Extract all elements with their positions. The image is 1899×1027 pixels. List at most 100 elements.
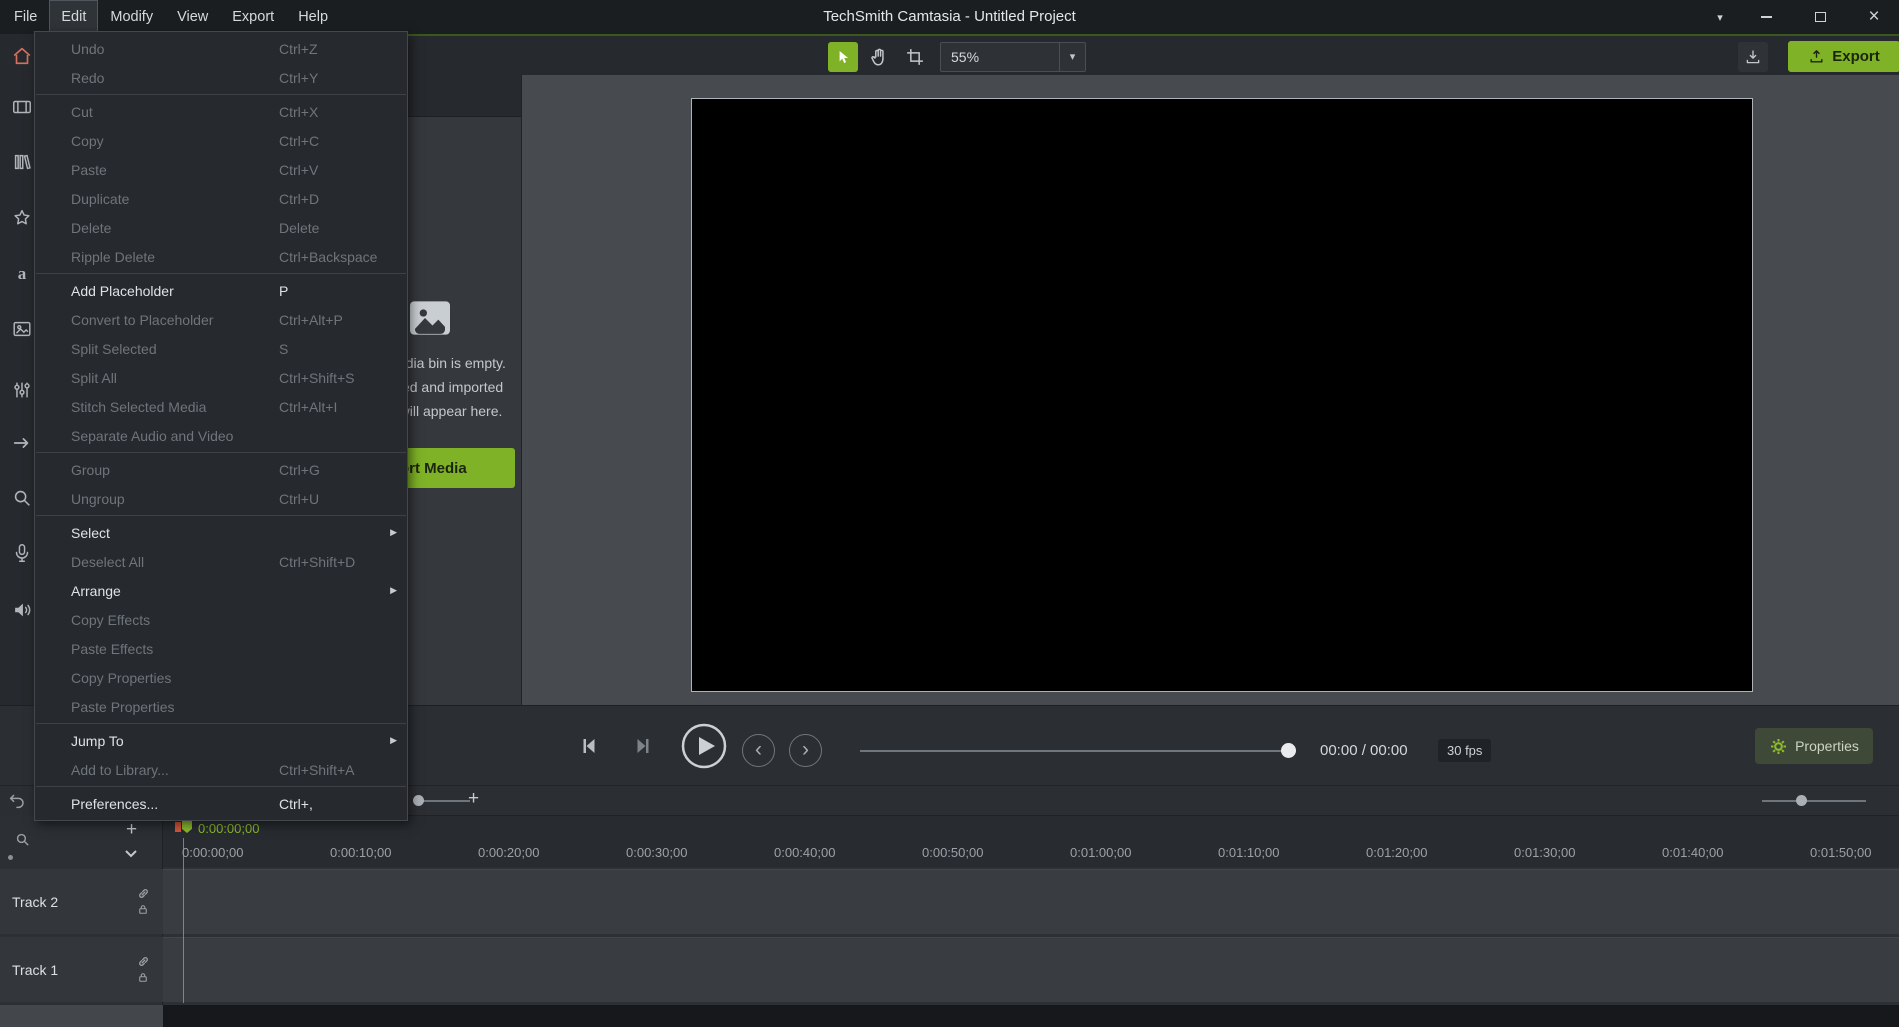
menu-item-ungroup[interactable]: UngroupCtrl+U xyxy=(35,484,407,513)
timeline-zoom-handle[interactable] xyxy=(413,795,424,806)
menu-item-shortcut: Ctrl+X xyxy=(279,104,397,120)
menu-item-label: Split Selected xyxy=(71,341,279,357)
previous-clip-button[interactable]: ‹ xyxy=(742,734,775,767)
speaker-icon[interactable] xyxy=(11,599,33,621)
timeline-track-track-2[interactable] xyxy=(163,869,1899,934)
chevron-down-icon[interactable]: ▾ xyxy=(1700,0,1740,34)
scrubber-track[interactable] xyxy=(860,750,1296,752)
timeline-zoom-slider[interactable] xyxy=(418,800,470,802)
playhead-marker[interactable] xyxy=(182,820,192,833)
menu-item-label: Stitch Selected Media xyxy=(71,399,279,415)
menu-item-cut[interactable]: CutCtrl+X xyxy=(35,97,407,126)
menu-item-shortcut: Delete xyxy=(279,220,397,236)
menu-item-shortcut: Ctrl+Alt+I xyxy=(279,399,397,415)
menu-item-copy-effects[interactable]: Copy Effects xyxy=(35,605,407,634)
menu-modify[interactable]: Modify xyxy=(98,0,165,34)
undo-icon[interactable] xyxy=(8,792,26,810)
menu-item-paste-effects[interactable]: Paste Effects xyxy=(35,634,407,663)
menu-item-shortcut: Ctrl+, xyxy=(279,796,397,812)
magnifier-icon[interactable] xyxy=(11,487,33,509)
home-icon[interactable] xyxy=(11,45,33,67)
menu-item-label: Split All xyxy=(71,370,279,386)
menu-separator xyxy=(36,452,406,453)
arrow-right-icon[interactable] xyxy=(11,432,33,454)
lock-icon[interactable] xyxy=(137,971,149,984)
download-button[interactable] xyxy=(1738,42,1768,72)
zoom-dropdown[interactable]: 55% ▾ xyxy=(940,42,1086,72)
menu-edit[interactable]: Edit xyxy=(49,0,98,34)
timeline-ruler[interactable]: 0:00:00;00 0:00:00;000:00:10;000:00:20;0… xyxy=(163,815,1899,867)
menu-item-redo[interactable]: RedoCtrl+Y xyxy=(35,63,407,92)
ruler-label: 0:00:00;00 xyxy=(182,845,243,860)
menu-item-paste-properties[interactable]: Paste Properties xyxy=(35,692,407,721)
menu-item-jump-to[interactable]: Jump To▶ xyxy=(35,726,407,755)
lock-icon[interactable] xyxy=(137,903,149,916)
scrollbar-corner[interactable] xyxy=(0,1005,163,1027)
star-icon[interactable] xyxy=(11,207,33,229)
menu-item-preferences[interactable]: Preferences...Ctrl+, xyxy=(35,789,407,818)
menu-item-stitch-selected-media[interactable]: Stitch Selected MediaCtrl+Alt+I xyxy=(35,392,407,421)
add-track-button[interactable]: + xyxy=(126,819,137,841)
timeline-track-track-1[interactable] xyxy=(163,937,1899,1002)
pan-tool-button[interactable] xyxy=(864,42,894,72)
menu-item-arrange[interactable]: Arrange▶ xyxy=(35,576,407,605)
menu-item-add-placeholder[interactable]: Add PlaceholderP xyxy=(35,276,407,305)
properties-button[interactable]: Properties xyxy=(1755,728,1873,764)
picture-icon[interactable] xyxy=(11,318,33,340)
menu-item-group[interactable]: GroupCtrl+G xyxy=(35,455,407,484)
audio-sliders-icon[interactable] xyxy=(11,379,33,401)
scrubber-handle[interactable] xyxy=(1281,743,1296,758)
menu-item-ripple-delete[interactable]: Ripple DeleteCtrl+Backspace xyxy=(35,242,407,271)
menu-view[interactable]: View xyxy=(165,0,220,34)
menu-item-split-all[interactable]: Split AllCtrl+Shift+S xyxy=(35,363,407,392)
letter-a-icon[interactable]: a xyxy=(11,263,33,285)
menu-item-label: Copy xyxy=(71,133,279,149)
menu-item-select[interactable]: Select▶ xyxy=(35,518,407,547)
menu-item-convert-to-placeholder[interactable]: Convert to PlaceholderCtrl+Alt+P xyxy=(35,305,407,334)
menu-item-copy[interactable]: CopyCtrl+C xyxy=(35,126,407,155)
link-icon[interactable] xyxy=(137,955,150,968)
menu-item-separate-audio-and-video[interactable]: Separate Audio and Video xyxy=(35,421,407,450)
menu-item-label: Convert to Placeholder xyxy=(71,312,279,328)
export-label: Export xyxy=(1832,48,1880,65)
right-zoom-slider[interactable] xyxy=(1762,800,1866,802)
menu-item-copy-properties[interactable]: Copy Properties xyxy=(35,663,407,692)
export-button[interactable]: Export xyxy=(1788,41,1899,72)
play-button[interactable] xyxy=(681,723,727,769)
menu-help[interactable]: Help xyxy=(286,0,340,34)
menu-item-delete[interactable]: DeleteDelete xyxy=(35,213,407,242)
track-header-track-2: Track 2 xyxy=(0,869,163,934)
close-button[interactable]: × xyxy=(1849,0,1899,34)
menu-item-undo[interactable]: UndoCtrl+Z xyxy=(35,34,407,63)
selection-tool-button[interactable] xyxy=(828,42,858,72)
link-icon[interactable] xyxy=(137,887,150,900)
right-zoom-handle[interactable] xyxy=(1796,795,1807,806)
menu-item-shortcut: Ctrl+V xyxy=(279,162,397,178)
menu-item-paste[interactable]: PasteCtrl+V xyxy=(35,155,407,184)
step-forward-button[interactable] xyxy=(632,734,656,758)
menu-item-add-to-library[interactable]: Add to Library...Ctrl+Shift+A xyxy=(35,755,407,784)
filmstrip-icon[interactable] xyxy=(11,96,33,118)
maximize-button[interactable] xyxy=(1792,0,1849,34)
previous-frame-button[interactable] xyxy=(576,734,600,758)
menu-item-shortcut: Ctrl+Backspace xyxy=(279,249,397,265)
next-clip-button[interactable]: › xyxy=(789,734,822,767)
canvas[interactable] xyxy=(691,98,1753,692)
minimize-button[interactable] xyxy=(1740,0,1792,34)
chevron-down-icon[interactable] xyxy=(124,849,138,859)
crop-tool-button[interactable] xyxy=(900,42,930,72)
menu-export[interactable]: Export xyxy=(220,0,286,34)
magnifier-icon[interactable] xyxy=(14,831,31,848)
menu-file[interactable]: File xyxy=(2,0,49,34)
ruler-label: 0:01:10;00 xyxy=(1218,845,1279,860)
menu-item-split-selected[interactable]: Split SelectedS xyxy=(35,334,407,363)
library-books-icon[interactable] xyxy=(11,151,33,173)
menu-item-deselect-all[interactable]: Deselect AllCtrl+Shift+D xyxy=(35,547,407,576)
menu-item-label: Deselect All xyxy=(71,554,279,570)
play-icon xyxy=(681,723,727,769)
zoom-in-button[interactable]: + xyxy=(468,788,479,810)
window-controls: ▾ × xyxy=(1700,0,1899,34)
in-point-marker[interactable] xyxy=(175,822,181,832)
menu-item-duplicate[interactable]: DuplicateCtrl+D xyxy=(35,184,407,213)
microphone-icon[interactable] xyxy=(11,542,33,564)
